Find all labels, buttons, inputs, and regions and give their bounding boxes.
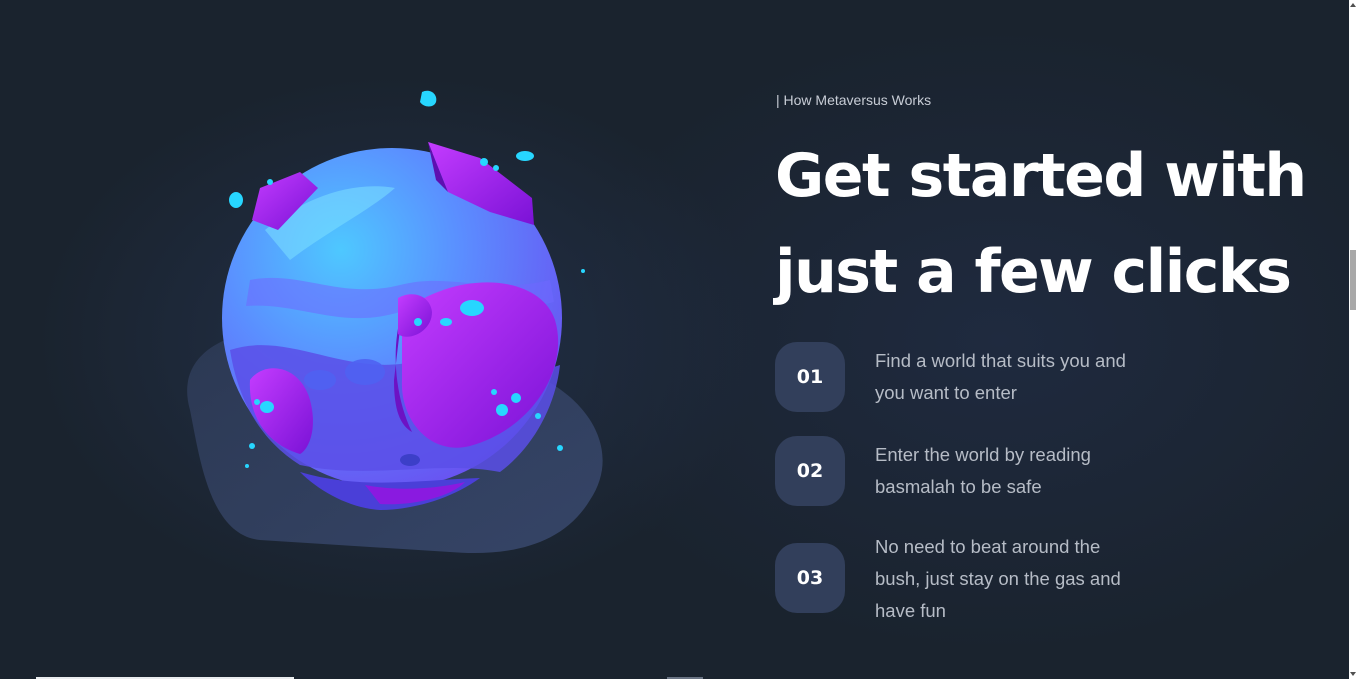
page-scrollbar[interactable] xyxy=(1349,0,1357,679)
section-eyebrow: | How Metaversus Works xyxy=(776,92,932,108)
scroll-up-icon[interactable] xyxy=(1350,3,1356,7)
step-number-badge: 01 xyxy=(775,342,845,412)
step-number-badge: 02 xyxy=(775,436,845,506)
scrollbar-thumb[interactable] xyxy=(1350,250,1356,310)
step-text: No need to beat around the bush, just st… xyxy=(875,536,1121,621)
how-it-works-section: | How Metaversus Works Get started with … xyxy=(0,0,1349,679)
step-number-badge: 03 xyxy=(775,543,845,613)
section-headline: Get started with just a few clicks xyxy=(775,141,1307,307)
step-text: Enter the world by reading basmalah to b… xyxy=(875,444,1091,497)
planet-illustration xyxy=(187,90,603,554)
scroll-down-icon[interactable] xyxy=(1350,672,1356,676)
step-text: Find a world that suits you and you want… xyxy=(875,350,1126,403)
